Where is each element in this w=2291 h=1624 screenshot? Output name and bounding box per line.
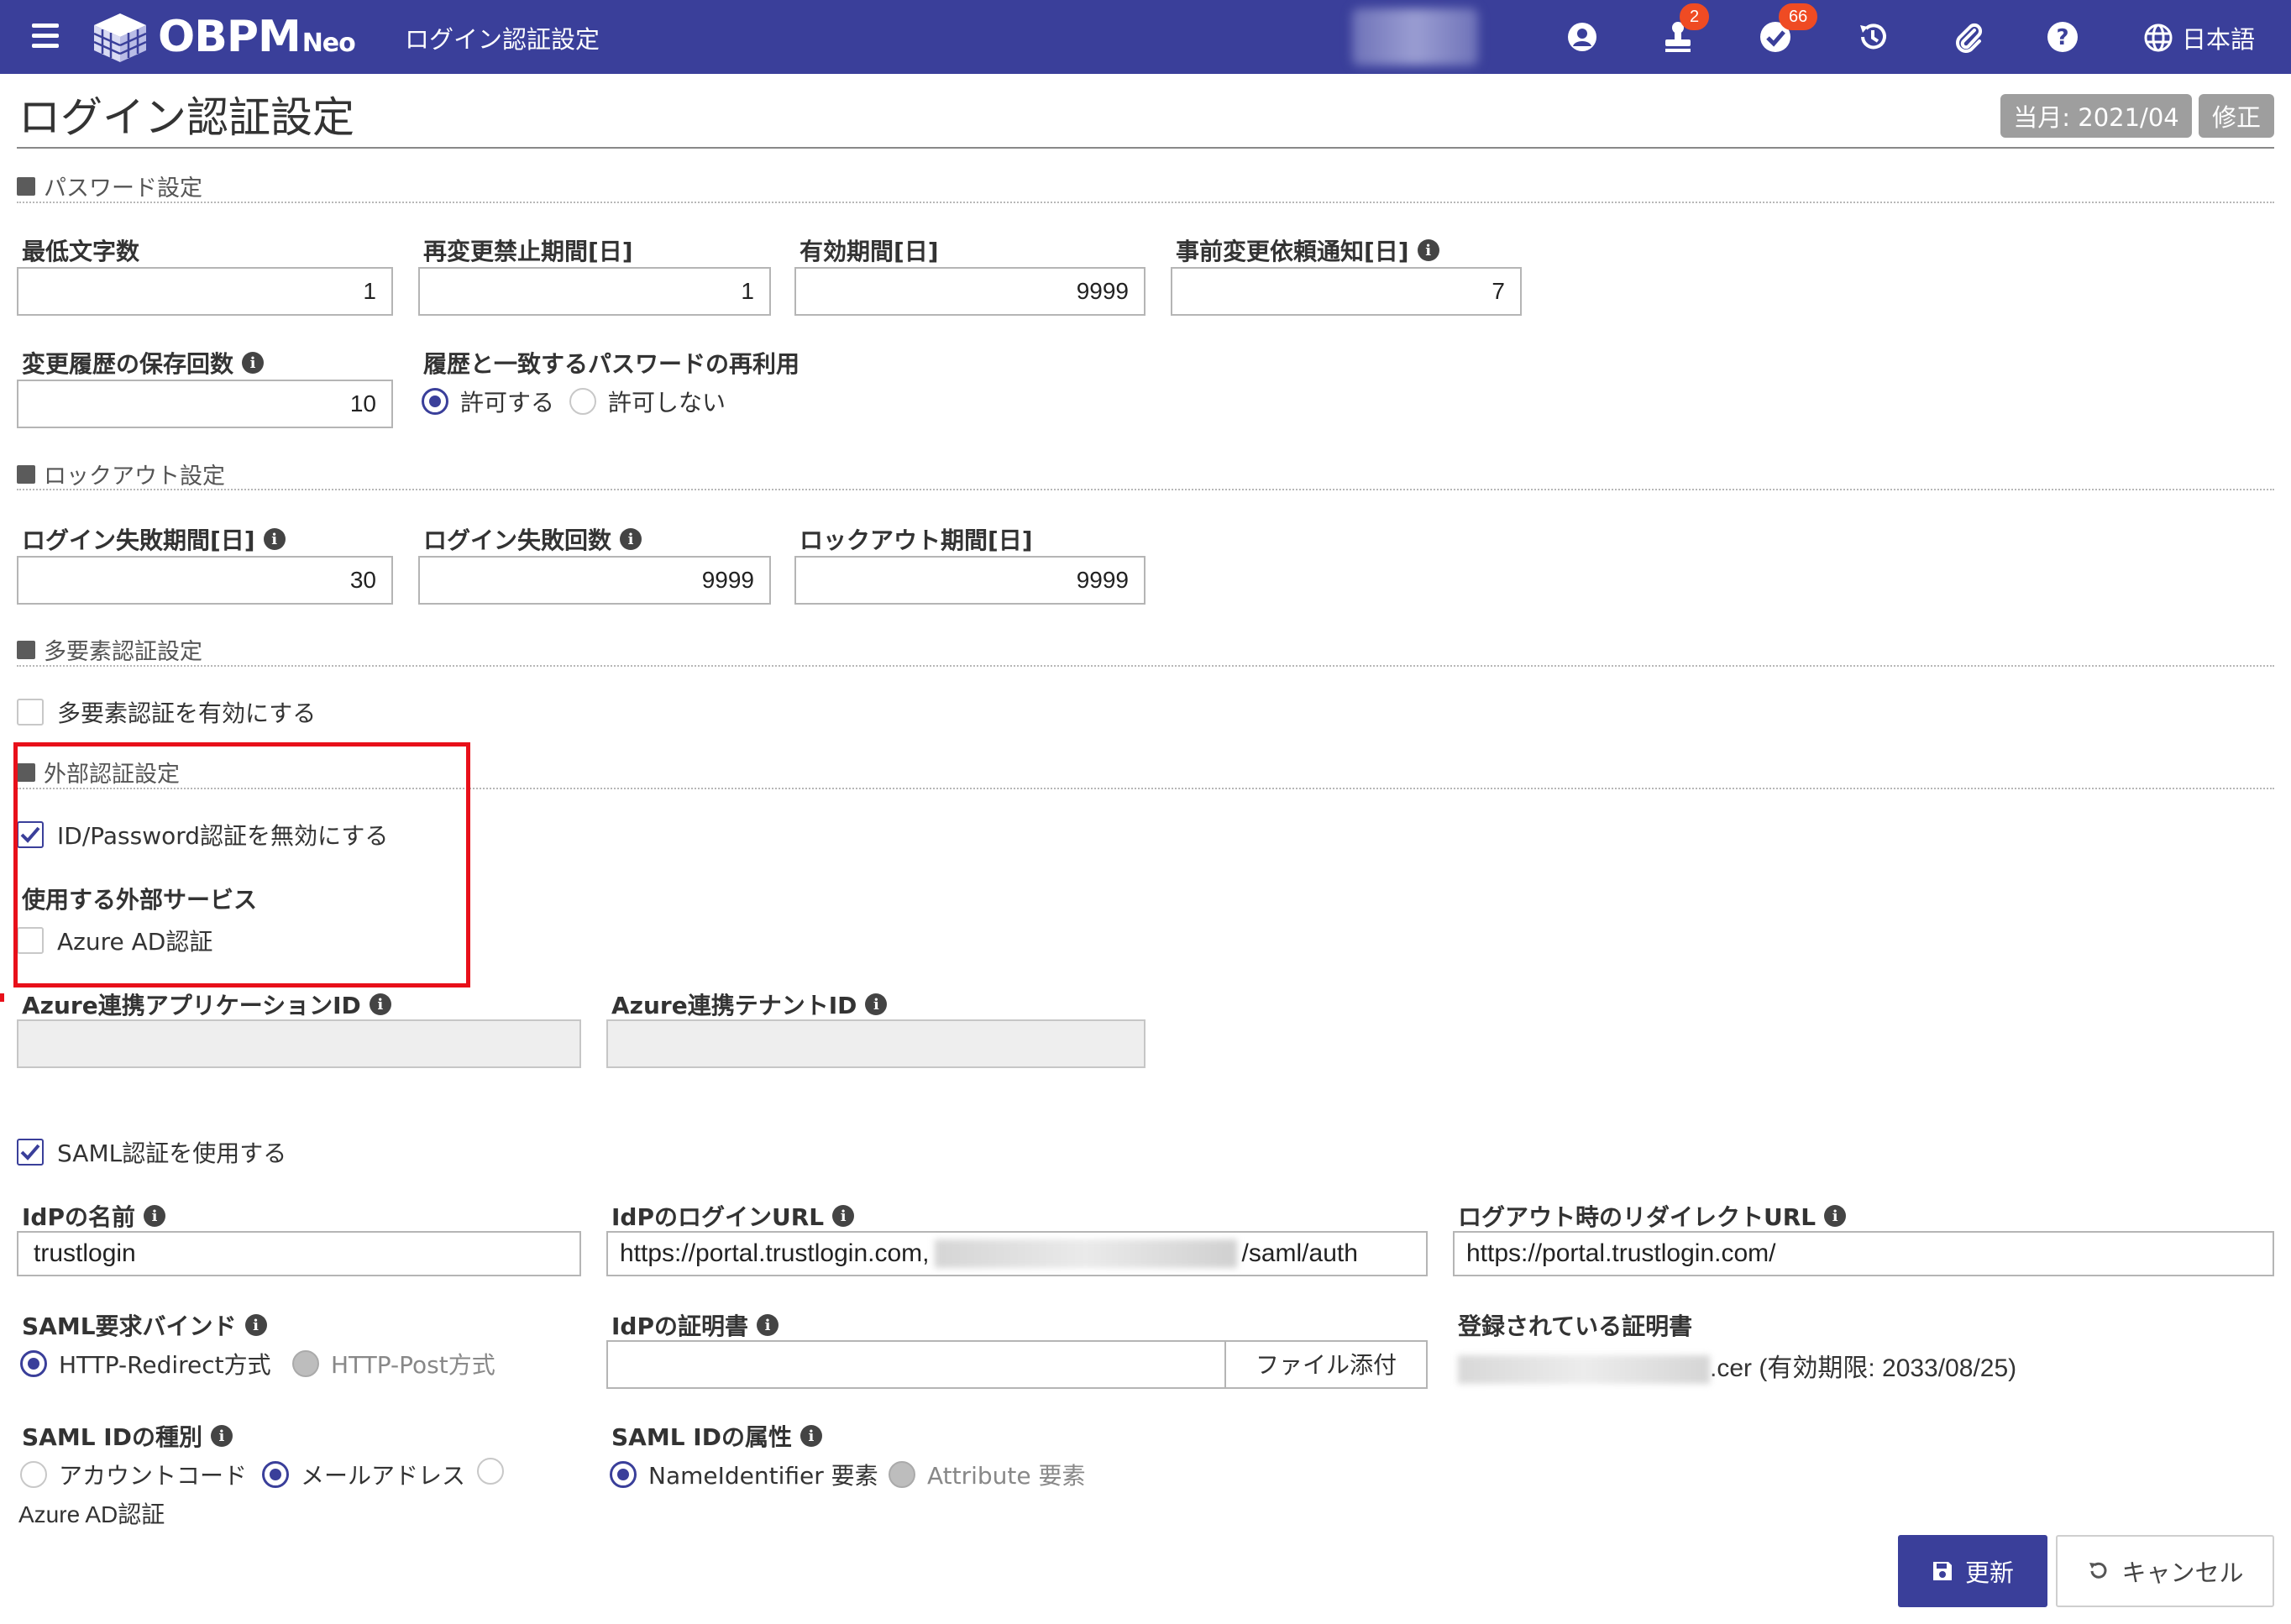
idp-name-label: IdPの名前 i	[22, 1199, 165, 1233]
lockout-section-header: ロックアウト設定	[17, 458, 225, 490]
logo: OBPMNeo	[158, 12, 356, 62]
saml-id-attr-label: SAML IDの属性 i	[611, 1419, 822, 1453]
azure-app-id-label: Azure連携アプリケーションID i	[22, 987, 391, 1021]
info-icon[interactable]: i	[242, 352, 265, 374]
reuse-deny-radio[interactable]: 許可しない	[569, 385, 726, 418]
language-label: 日本語	[2182, 25, 2256, 54]
id-type-azure-label: Azure AD認証	[18, 1501, 165, 1527]
info-icon[interactable]: i	[620, 528, 642, 550]
saml-use-checkbox[interactable]: SAML認証を使用する	[17, 1135, 286, 1169]
id-type-azure-radio[interactable]	[477, 1458, 504, 1485]
azure-app-id-input[interactable]	[17, 1019, 581, 1068]
top-bar: OBPMNeo ログイン認証設定 2 66 ? 日本語	[0, 0, 2291, 74]
section-divider	[17, 665, 2274, 667]
language-selector[interactable]: 日本語	[2143, 20, 2255, 55]
history-count-label: 変更履歴の保存回数 i	[22, 346, 265, 380]
id-attr-attribute-radio[interactable]: Attribute 要素	[889, 1458, 1086, 1491]
info-icon[interactable]: i	[756, 1314, 779, 1336]
redacted-url-segment	[934, 1239, 1237, 1268]
registered-cert-value: .cer (有効期限: 2033/08/25)	[1458, 1347, 2016, 1385]
section-divider	[17, 202, 2274, 203]
logout-url-label: ログアウト時のリダイレクトURL i	[1458, 1199, 1847, 1233]
logout-url-input[interactable]: https://portal.trustlogin.com/	[1453, 1231, 2274, 1276]
hamburger-menu-icon[interactable]	[32, 24, 59, 49]
azure-tenant-id-label: Azure連携テナントID i	[611, 987, 888, 1021]
mfa-section-header: 多要素認証設定	[17, 633, 202, 666]
advance-notify-label: 事前変更依頼通知[日] i	[1176, 233, 1439, 267]
info-icon[interactable]: i	[1824, 1205, 1847, 1227]
redacted-cert-name	[1458, 1355, 1710, 1385]
fail-count-label: ログイン失敗回数 i	[423, 522, 642, 556]
approval-stamp-icon[interactable]: 2	[1659, 3, 1710, 55]
lockout-period-label: ロックアウト期間[日]	[799, 526, 1033, 554]
lockout-period-input[interactable]: 9999	[794, 556, 1146, 605]
highlight-mark	[0, 993, 4, 1002]
history-count-input[interactable]: 10	[17, 380, 393, 428]
logo-cube-icon	[91, 12, 149, 64]
page-title: ログイン認証設定	[18, 93, 354, 142]
reuse-allow-radio[interactable]: 許可する	[422, 385, 554, 418]
section-divider	[17, 489, 2274, 490]
password-section-header: パスワード設定	[17, 170, 202, 202]
min-length-input[interactable]: 1	[17, 267, 393, 316]
no-change-period-label: 再変更禁止期間[日]	[423, 238, 633, 265]
fail-count-input[interactable]: 9999	[418, 556, 771, 605]
current-month-badge[interactable]: 当月: 2021/04	[2000, 94, 2192, 138]
idp-login-url-label: IdPのログインURL i	[611, 1199, 855, 1233]
info-icon[interactable]: i	[1417, 239, 1439, 261]
file-attach-button[interactable]: ファイル添付	[1224, 1340, 1426, 1387]
svg-text:?: ?	[2056, 25, 2068, 50]
user-account-icon[interactable]	[1564, 18, 1601, 55]
saml-id-type-label: SAML IDの種別 i	[22, 1419, 233, 1453]
idp-login-url-input[interactable]: https://portal.trustlogin.com,/saml/auth	[606, 1231, 1428, 1276]
save-icon	[1932, 1562, 1952, 1580]
user-name-blurred[interactable]	[1352, 8, 1478, 65]
mfa-enable-checkbox[interactable]: 多要素認証を有効にする	[17, 695, 316, 729]
valid-period-label: 有効期間[日]	[799, 238, 939, 265]
undo-icon	[2089, 1562, 2107, 1579]
min-length-label: 最低文字数	[22, 238, 140, 265]
reuse-label: 履歴と一致するパスワードの再利用	[423, 350, 800, 378]
info-icon[interactable]: i	[210, 1425, 233, 1447]
idp-cert-label: IdPの証明書 i	[611, 1308, 779, 1342]
id-type-account-radio[interactable]: アカウントコード	[20, 1458, 247, 1491]
edit-button[interactable]: 修正	[2199, 94, 2274, 138]
info-icon[interactable]: i	[832, 1205, 855, 1227]
approvals-badge: 2	[1680, 3, 1710, 30]
fail-period-label: ログイン失敗期間[日] i	[22, 522, 286, 556]
azure-tenant-id-input[interactable]	[606, 1019, 1146, 1068]
valid-period-input[interactable]: 9999	[794, 267, 1146, 316]
advance-notify-input[interactable]: 7	[1171, 267, 1522, 316]
no-change-period-input[interactable]: 1	[418, 267, 771, 316]
globe-icon	[2144, 24, 2173, 52]
info-icon[interactable]: i	[865, 993, 888, 1015]
fail-period-input[interactable]: 30	[17, 556, 393, 605]
idp-name-input[interactable]: trustlogin	[17, 1231, 581, 1276]
info-icon[interactable]: i	[143, 1205, 165, 1227]
info-icon[interactable]: i	[244, 1314, 267, 1336]
task-check-icon[interactable]: 66	[1757, 3, 1818, 55]
info-icon[interactable]: i	[263, 528, 286, 550]
help-icon[interactable]: ?	[2044, 18, 2081, 55]
id-attr-nameid-radio[interactable]: NameIdentifier 要素	[610, 1458, 878, 1491]
title-divider	[17, 147, 2274, 149]
id-type-email-radio[interactable]: メールアドレス	[262, 1458, 465, 1491]
info-icon[interactable]: i	[369, 993, 391, 1015]
bind-post-radio[interactable]: HTTP-Post方式	[292, 1347, 495, 1380]
highlight-box	[13, 742, 470, 987]
info-icon[interactable]: i	[799, 1425, 822, 1447]
header-screen-title: ログイン認証設定	[405, 25, 600, 54]
history-icon[interactable]	[1854, 18, 1891, 55]
bind-redirect-radio[interactable]: HTTP-Redirect方式	[20, 1347, 271, 1380]
saml-bind-label: SAML要求バインド i	[22, 1308, 267, 1342]
tasks-badge: 66	[1779, 3, 1818, 30]
registered-cert-label: 登録されている証明書	[1458, 1312, 1693, 1340]
cancel-button[interactable]: キャンセル	[2056, 1535, 2274, 1607]
attachment-icon[interactable]	[1950, 18, 1987, 55]
update-button[interactable]: 更新	[1898, 1535, 2047, 1607]
